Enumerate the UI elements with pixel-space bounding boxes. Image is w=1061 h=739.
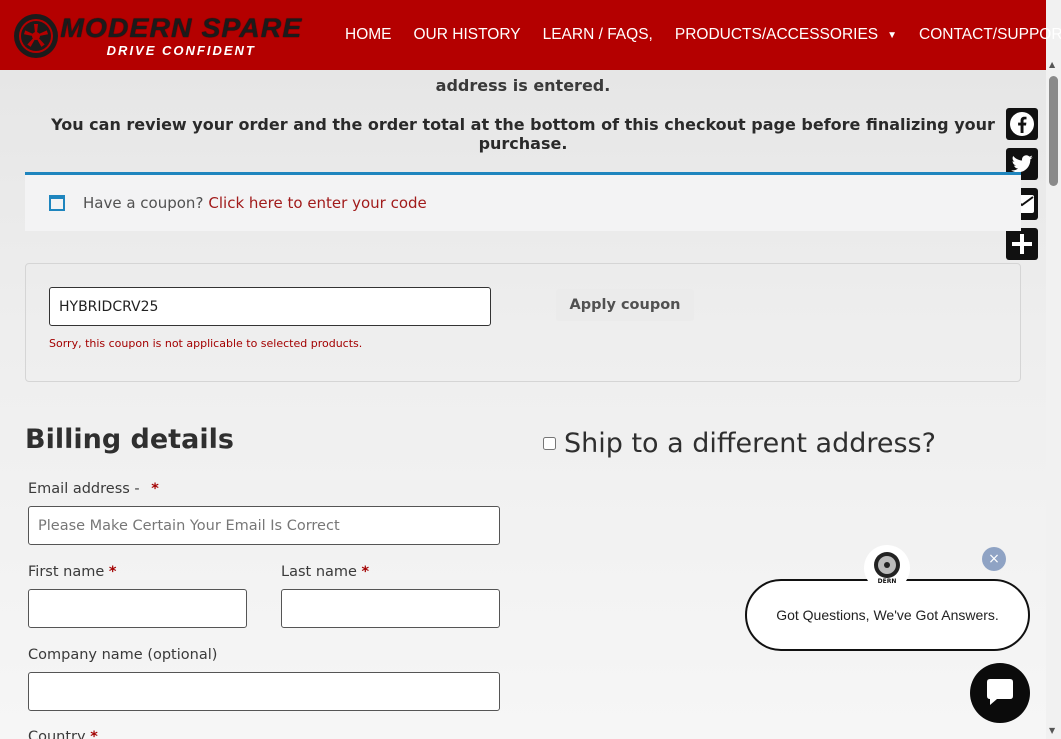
facebook-share-button[interactable]	[1006, 108, 1038, 140]
nav-our-history[interactable]: OUR HISTORY	[414, 26, 521, 44]
country-label-text: Country	[28, 729, 86, 739]
nav-learn-faqs[interactable]: LEARN / FAQS,	[543, 26, 653, 44]
coupon-notice-bar: Have a coupon? Click here to enter your …	[25, 172, 1021, 231]
site-header: MODERN SPARE DRIVE CONFIDENT HOME OUR HI…	[0, 0, 1061, 70]
intro-review-text: You can review your order and the order …	[51, 115, 995, 153]
site-logo[interactable]: MODERN SPARE DRIVE CONFIDENT	[12, 10, 322, 62]
email-field[interactable]	[28, 506, 500, 545]
nav-contact-label: CONTACT/SUPPORT	[919, 26, 1061, 43]
main-nav: HOME OUR HISTORY LEARN / FAQS, PRODUCTS/…	[345, 0, 1061, 70]
last-name-label: Last name *	[281, 564, 369, 580]
coupon-form: Sorry, this coupon is not applicable to …	[25, 263, 1021, 382]
share-plus-icon	[1012, 234, 1032, 254]
facebook-icon	[1010, 112, 1034, 136]
required-marker: *	[151, 481, 159, 497]
ship-different-address-label[interactable]: Ship to a different address?	[564, 428, 936, 459]
coupon-code-input[interactable]	[49, 287, 491, 326]
coupon-notice-text: Have a coupon?	[83, 194, 204, 212]
email-label-text: Email address -	[28, 481, 140, 497]
wheel-logo-icon	[14, 14, 58, 58]
caret-down-icon: ▼	[887, 29, 898, 41]
country-label: Country *	[28, 729, 98, 739]
logo-tagline: DRIVE CONFIDENT	[106, 43, 256, 58]
nav-our-history-label: OUR HISTORY	[413, 26, 521, 43]
required-marker: *	[361, 564, 370, 580]
scroll-thumb[interactable]	[1049, 76, 1058, 186]
last-name-field[interactable]	[281, 589, 500, 628]
company-label: Company name (optional)	[28, 647, 217, 663]
enter-coupon-link[interactable]: Click here to enter your code	[208, 194, 426, 212]
coupon-error-message: Sorry, this coupon is not applicable to …	[49, 337, 363, 350]
last-name-label-text: Last name	[281, 564, 357, 580]
nav-home[interactable]: HOME	[345, 26, 392, 44]
page-scrollbar[interactable]: ▲ ▼	[1046, 0, 1061, 739]
chat-bubble-icon	[987, 679, 1013, 705]
ship-different-address-checkbox[interactable]	[543, 437, 556, 450]
required-marker: *	[108, 564, 117, 580]
nav-home-label: HOME	[345, 26, 392, 43]
first-name-label: First name *	[28, 564, 116, 580]
required-marker: *	[90, 729, 98, 739]
company-label-text: Company name (optional)	[28, 647, 218, 663]
ship-different-address-row: Ship to a different address?	[543, 428, 936, 459]
apply-coupon-button[interactable]: Apply coupon	[556, 289, 694, 321]
notice-window-icon	[49, 195, 65, 211]
company-field[interactable]	[28, 672, 500, 711]
scroll-down-arrow-icon[interactable]: ▼	[1049, 726, 1055, 735]
nav-products-label: PRODUCTS/ACCESSORIES	[674, 26, 879, 43]
nav-learn-faqs-label: LEARN / FAQS,	[542, 26, 653, 43]
chat-avatar-text: DERN	[877, 578, 897, 585]
nav-contact-support[interactable]: CONTACT/SUPPORT ▼	[919, 26, 1061, 44]
email-label: Email address - *	[28, 481, 159, 497]
chat-prompt-text: Got Questions, We've Got Answers.	[776, 607, 999, 623]
chat-avatar: DERN	[864, 545, 910, 591]
chat-launcher-button[interactable]	[970, 663, 1030, 723]
chat-close-icon[interactable]: ×	[982, 547, 1006, 571]
nav-products-accessories[interactable]: PRODUCTS/ACCESSORIES ▼	[675, 26, 897, 44]
logo-main-text: MODERN SPARE	[60, 13, 303, 43]
first-name-field[interactable]	[28, 589, 247, 628]
wheel-avatar-icon	[874, 552, 900, 578]
share-more-button[interactable]	[1006, 228, 1038, 260]
first-name-label-text: First name	[28, 564, 105, 580]
intro-text-line: address is entered.	[435, 76, 611, 95]
billing-details-heading: Billing details	[25, 424, 234, 455]
